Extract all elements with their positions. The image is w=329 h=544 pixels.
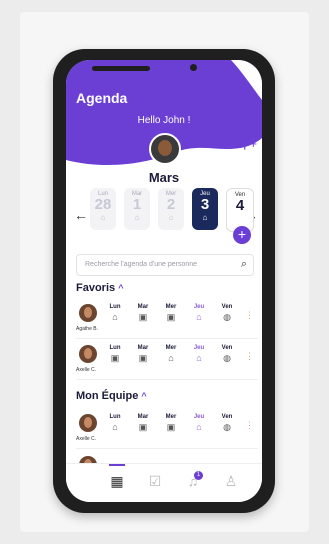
- phone-notch: [92, 66, 150, 71]
- profile-tab-icon[interactable]: ♙: [220, 473, 242, 490]
- day-number: 1: [132, 196, 142, 213]
- day-label: Mer: [165, 345, 177, 351]
- day-status: Mer ⌂: [160, 345, 182, 363]
- day-status: Mer ▣: [160, 304, 182, 323]
- equipe-header[interactable]: Mon Équipe ^: [76, 390, 147, 402]
- day-label: Mer: [165, 304, 177, 310]
- favoris-header[interactable]: Favoris ^: [76, 282, 123, 294]
- briefcase-icon: ▣: [166, 312, 176, 322]
- day-label: Ven: [221, 304, 233, 310]
- search-bar[interactable]: Recherche l'agenda d'une personne ⌕: [76, 254, 254, 276]
- day-thursday-selected[interactable]: Jeu 3 ⌂: [192, 188, 218, 230]
- day-status: Ven ◍: [216, 304, 238, 323]
- day-label: Mar: [137, 304, 149, 310]
- day-monday[interactable]: Lun 28 ⌂: [90, 188, 116, 230]
- greeting-text: Hello John !: [137, 115, 191, 126]
- briefcase-icon: ⌂: [134, 213, 140, 222]
- calendar-tab-icon[interactable]: ▦: [106, 464, 128, 490]
- day-tuesday[interactable]: Mar 1 ⌂: [124, 188, 150, 230]
- day-status: Lun ⌂: [104, 304, 126, 322]
- notifications-tab-icon[interactable]: ♫ 1: [182, 471, 204, 489]
- chevron-up-icon[interactable]: ^: [118, 283, 123, 293]
- day-status: Mar ▣: [132, 414, 154, 433]
- day-label: Ven: [221, 345, 233, 351]
- day-label: Lun: [109, 304, 121, 310]
- home-icon: ⌂: [112, 312, 118, 322]
- globe-icon: ◍: [223, 422, 231, 432]
- briefcase-icon: ⌂: [202, 213, 208, 222]
- add-user-icon[interactable]: ⚲+: [240, 136, 257, 152]
- globe-icon: ◍: [223, 312, 231, 322]
- day-status: Lun ▣: [104, 345, 126, 364]
- section-title: Favoris: [76, 282, 116, 294]
- day-wednesday[interactable]: Mer 2 ⌂: [158, 188, 184, 230]
- avatar: [79, 304, 97, 322]
- day-status: Mar ▣: [132, 304, 154, 323]
- more-options-icon[interactable]: ⋮: [245, 351, 254, 362]
- day-number: 3: [200, 196, 210, 213]
- day-label: Jeu: [193, 414, 205, 420]
- person-name: Axelle C.: [76, 436, 97, 442]
- avatar: [79, 414, 97, 432]
- avatar: [79, 345, 97, 363]
- phone-camera: [190, 64, 197, 71]
- prev-week-arrow[interactable]: ←: [74, 207, 88, 223]
- day-label: Mar: [137, 345, 149, 351]
- briefcase-icon: ⌂: [100, 213, 106, 222]
- day-number: 2: [166, 196, 176, 213]
- add-event-button[interactable]: +: [233, 226, 251, 244]
- briefcase-icon: ▣: [166, 422, 176, 432]
- day-status: Mer ▣: [160, 414, 182, 433]
- day-label: Lun: [109, 414, 121, 420]
- more-options-icon[interactable]: ⋮: [245, 420, 254, 431]
- day-number: 4: [235, 197, 245, 214]
- globe-icon: ◍: [223, 353, 231, 363]
- briefcase-icon: ▣: [110, 353, 120, 363]
- person-row[interactable]: Axelle C. Lun ▣ Mar ▣ Mer ⌂ Jeu ⌂ Ven ◍ ⋮: [76, 341, 258, 380]
- home-icon: ⌂: [196, 312, 202, 322]
- day-status: Ven ◍: [216, 414, 238, 433]
- search-icon[interactable]: ⌕: [241, 258, 247, 271]
- home-icon: ⌂: [112, 422, 118, 432]
- bottom-tab-bar: ▦ ☑ ♫ 1 ♙: [66, 463, 262, 502]
- search-input[interactable]: Recherche l'agenda d'une personne: [85, 261, 197, 268]
- person-row[interactable]: Agathe B. Lun ⌂ Mar ▣ Mer ▣ Jeu ⌂ Ven ◍ ⋮: [76, 300, 258, 339]
- day-label: Ven: [221, 414, 233, 420]
- home-icon: ⌂: [196, 353, 202, 363]
- day-status: Mar ▣: [132, 345, 154, 364]
- briefcase-icon: ▣: [138, 422, 148, 432]
- briefcase-icon: ▣: [138, 353, 148, 363]
- day-status: Ven ◍: [216, 345, 238, 364]
- day-label: Jeu: [193, 345, 205, 351]
- person-name: Agathe B.: [76, 326, 98, 332]
- section-title: Mon Équipe: [76, 390, 139, 402]
- day-status: Jeu ⌂: [188, 414, 210, 432]
- more-options-icon[interactable]: ⋮: [245, 310, 254, 321]
- chevron-up-icon[interactable]: ^: [141, 391, 146, 401]
- person-name: Axelle C.: [76, 367, 97, 373]
- day-label: Mar: [137, 414, 149, 420]
- day-status: Jeu ⌂: [188, 345, 210, 363]
- app-title: Agenda: [76, 90, 128, 106]
- day-status: Lun ⌂: [104, 414, 126, 432]
- home-icon: ⌂: [168, 213, 174, 222]
- user-avatar[interactable]: [149, 133, 181, 165]
- app-screen: Agenda Hello John ! ⚲+ Mars ← → Lun 28 ⌂…: [66, 60, 262, 502]
- person-row[interactable]: Axelle C. Lun ⌂ Mar ▣ Mer ▣ Jeu ⌂ Ven ◍ ⋮: [76, 410, 258, 449]
- home-icon: ⌂: [168, 353, 174, 363]
- day-label: Jeu: [193, 304, 205, 310]
- day-label: Mer: [165, 414, 177, 420]
- tasks-tab-icon[interactable]: ☑: [144, 473, 166, 490]
- home-icon: ⌂: [196, 422, 202, 432]
- day-number: 28: [94, 196, 112, 213]
- month-title: Mars: [148, 170, 180, 185]
- day-status: Jeu ⌂: [188, 304, 210, 322]
- notification-badge: 1: [194, 471, 203, 480]
- day-label: Lun: [109, 345, 121, 351]
- briefcase-icon: ▣: [138, 312, 148, 322]
